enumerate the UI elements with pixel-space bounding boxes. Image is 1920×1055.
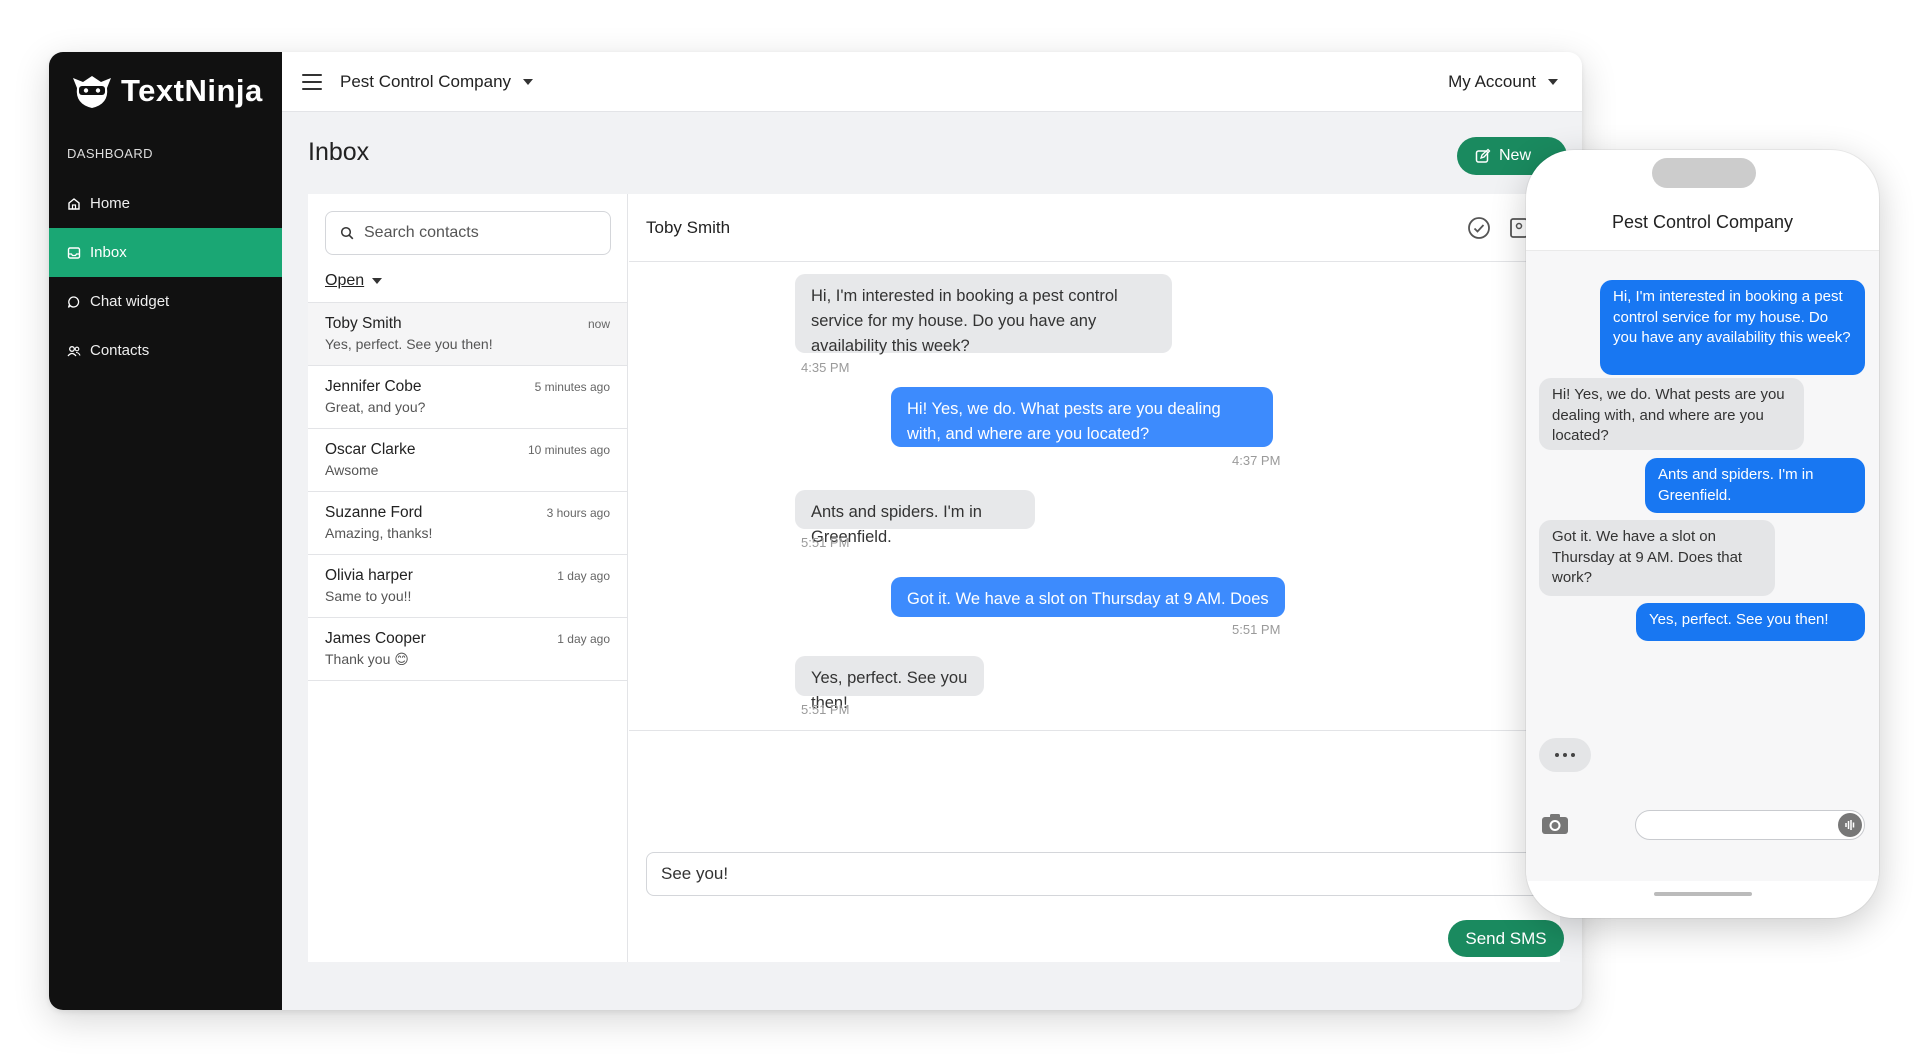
voice-input-icon[interactable] — [1838, 813, 1862, 837]
contact-item[interactable]: Suzanne Ford Amazing, thanks! 3 hours ag… — [308, 492, 627, 555]
message-timestamp: 5:51 PM — [1232, 622, 1281, 637]
message-timestamp: 5:51 PM — [801, 535, 850, 550]
inbox-icon — [67, 246, 81, 259]
sidebar-item-label: Contacts — [90, 342, 150, 359]
chat-icon — [67, 295, 80, 308]
sidebar-item-inbox[interactable]: Inbox — [49, 228, 282, 277]
sidebar-item-label: Chat widget — [90, 293, 170, 310]
home-icon — [68, 197, 80, 210]
contacts-pane: Open Toby Smith Yes, perfect. See you th… — [308, 194, 628, 962]
contact-preview: Thank you 😊 — [325, 651, 409, 667]
contact-time: now — [587, 317, 610, 331]
camera-icon[interactable] — [1540, 812, 1570, 836]
contact-item[interactable]: Toby Smith Yes, perfect. See you then! n… — [308, 303, 627, 366]
message-bubble-incoming: Hi, I'm interested in booking a pest con… — [795, 274, 1172, 355]
phone-message-outgoing: Hi, I'm interested in booking a pest con… — [1600, 280, 1865, 375]
sidebar: TextNinja DASHBOARD Home Inbox Chat widg… — [49, 52, 282, 1010]
phone-chat-area: Hi, I'm interested in booking a pest con… — [1526, 251, 1879, 881]
contact-name: Toby Smith — [325, 315, 402, 332]
ninja-logo-icon — [73, 76, 111, 108]
caret-down-icon — [1548, 78, 1558, 85]
message-bubble-incoming: Yes, perfect. See you then! — [795, 656, 984, 712]
sidebar-item-home[interactable]: Home — [49, 179, 282, 228]
phone-mockup: Pest Control Company Hi, I'm interested … — [1526, 150, 1879, 918]
sidebar-item-contacts[interactable]: Contacts — [49, 326, 282, 375]
contact-preview: Same to you!! — [325, 588, 412, 604]
contact-item[interactable]: Jennifer Cobe Great, and you? 5 minutes … — [308, 366, 627, 429]
phone-notch — [1652, 158, 1756, 188]
contact-preview: Amazing, thanks! — [325, 525, 433, 541]
typing-indicator — [1539, 738, 1591, 772]
page-title: Inbox — [308, 138, 370, 166]
message-bubble-incoming: Ants and spiders. I'm in Greenfield. — [795, 490, 1035, 546]
message-timestamp: 4:35 PM — [801, 360, 850, 375]
send-sms-button[interactable]: Send SMS — [1448, 920, 1564, 957]
status-filter-dropdown[interactable]: Open — [325, 272, 383, 290]
contact-preview: Awsome — [325, 462, 379, 478]
message-input[interactable] — [661, 864, 1541, 884]
composer-divider — [629, 730, 1560, 731]
top-bar: Pest Control Company My Account — [282, 52, 1582, 112]
company-selector[interactable]: Pest Control Company — [340, 71, 534, 92]
search-input[interactable] — [364, 224, 584, 242]
phone-message-outgoing: Yes, perfect. See you then! — [1636, 603, 1865, 641]
dashboard-section-label: DASHBOARD — [67, 146, 153, 161]
account-label: My Account — [1448, 71, 1536, 91]
phone-message-outgoing: Ants and spiders. I'm in Greenfield. — [1645, 458, 1865, 513]
company-name: Pest Control Company — [340, 71, 512, 91]
conversation-header: Toby Smith — [629, 194, 1560, 262]
phone-message-incoming: Got it. We have a slot on Thursday at 9 … — [1539, 520, 1775, 596]
phone-message-incoming: Hi! Yes, we do. What pests are you deali… — [1539, 378, 1804, 450]
caret-down-icon — [523, 78, 534, 85]
contact-preview: Yes, perfect. See you then! — [325, 336, 493, 352]
phone-header-title: Pest Control Company — [1611, 212, 1794, 232]
message-timestamp: 4:37 PM — [1232, 453, 1281, 468]
sidebar-item-label: Home — [90, 195, 131, 212]
contact-time: 5 minutes ago — [534, 380, 610, 394]
compose-icon — [1475, 148, 1491, 163]
composer-box[interactable] — [646, 852, 1582, 896]
conversation-contact-name: Toby Smith — [646, 217, 731, 237]
sidebar-nav: Home Inbox Chat widget Contacts — [49, 179, 282, 375]
inbox-panel: Open Toby Smith Yes, perfect. See you th… — [308, 194, 1582, 962]
phone-message-input[interactable] — [1635, 810, 1865, 840]
logo[interactable]: TextNinja — [69, 68, 263, 114]
status-filter-label: Open — [325, 272, 365, 289]
contact-list: Toby Smith Yes, perfect. See you then! n… — [308, 302, 627, 681]
new-button-label: New — [1499, 147, 1532, 164]
sidebar-item-chat-widget[interactable]: Chat widget — [49, 277, 282, 326]
contact-time: 1 day ago — [557, 569, 610, 583]
search-icon — [340, 226, 354, 240]
search-box[interactable] — [325, 211, 611, 255]
sidebar-item-label: Inbox — [90, 244, 127, 261]
contacts-icon — [67, 345, 81, 356]
home-indicator — [1654, 892, 1752, 896]
account-menu[interactable]: My Account — [1448, 72, 1558, 92]
check-circle-icon[interactable] — [1467, 216, 1491, 240]
logo-text: TextNinja — [121, 73, 263, 108]
contact-time: 1 day ago — [557, 632, 610, 646]
message-timestamp: 5:51 PM — [801, 702, 850, 717]
contact-preview: Great, and you? — [325, 399, 426, 415]
menu-icon[interactable] — [302, 73, 322, 90]
conversation-pane: Toby Smith Hi, I'm interested in booking… — [629, 194, 1582, 962]
contact-item[interactable]: Oscar Clarke Awsome 10 minutes ago — [308, 429, 627, 492]
desktop-app-window: TextNinja DASHBOARD Home Inbox Chat widg… — [49, 52, 1582, 1010]
contact-time: 10 minutes ago — [527, 443, 610, 457]
caret-down-icon — [372, 278, 383, 284]
message-bubble-outgoing: Got it. We have a slot on Thursday at 9 … — [891, 577, 1285, 633]
contact-item[interactable]: James Cooper Thank you 😊 1 day ago — [308, 618, 627, 681]
contact-item[interactable]: Olivia harper Same to you!! 1 day ago — [308, 555, 627, 618]
message-bubble-outgoing: Hi! Yes, we do. What pests are you deali… — [891, 387, 1273, 447]
contact-time: 3 hours ago — [546, 506, 610, 520]
